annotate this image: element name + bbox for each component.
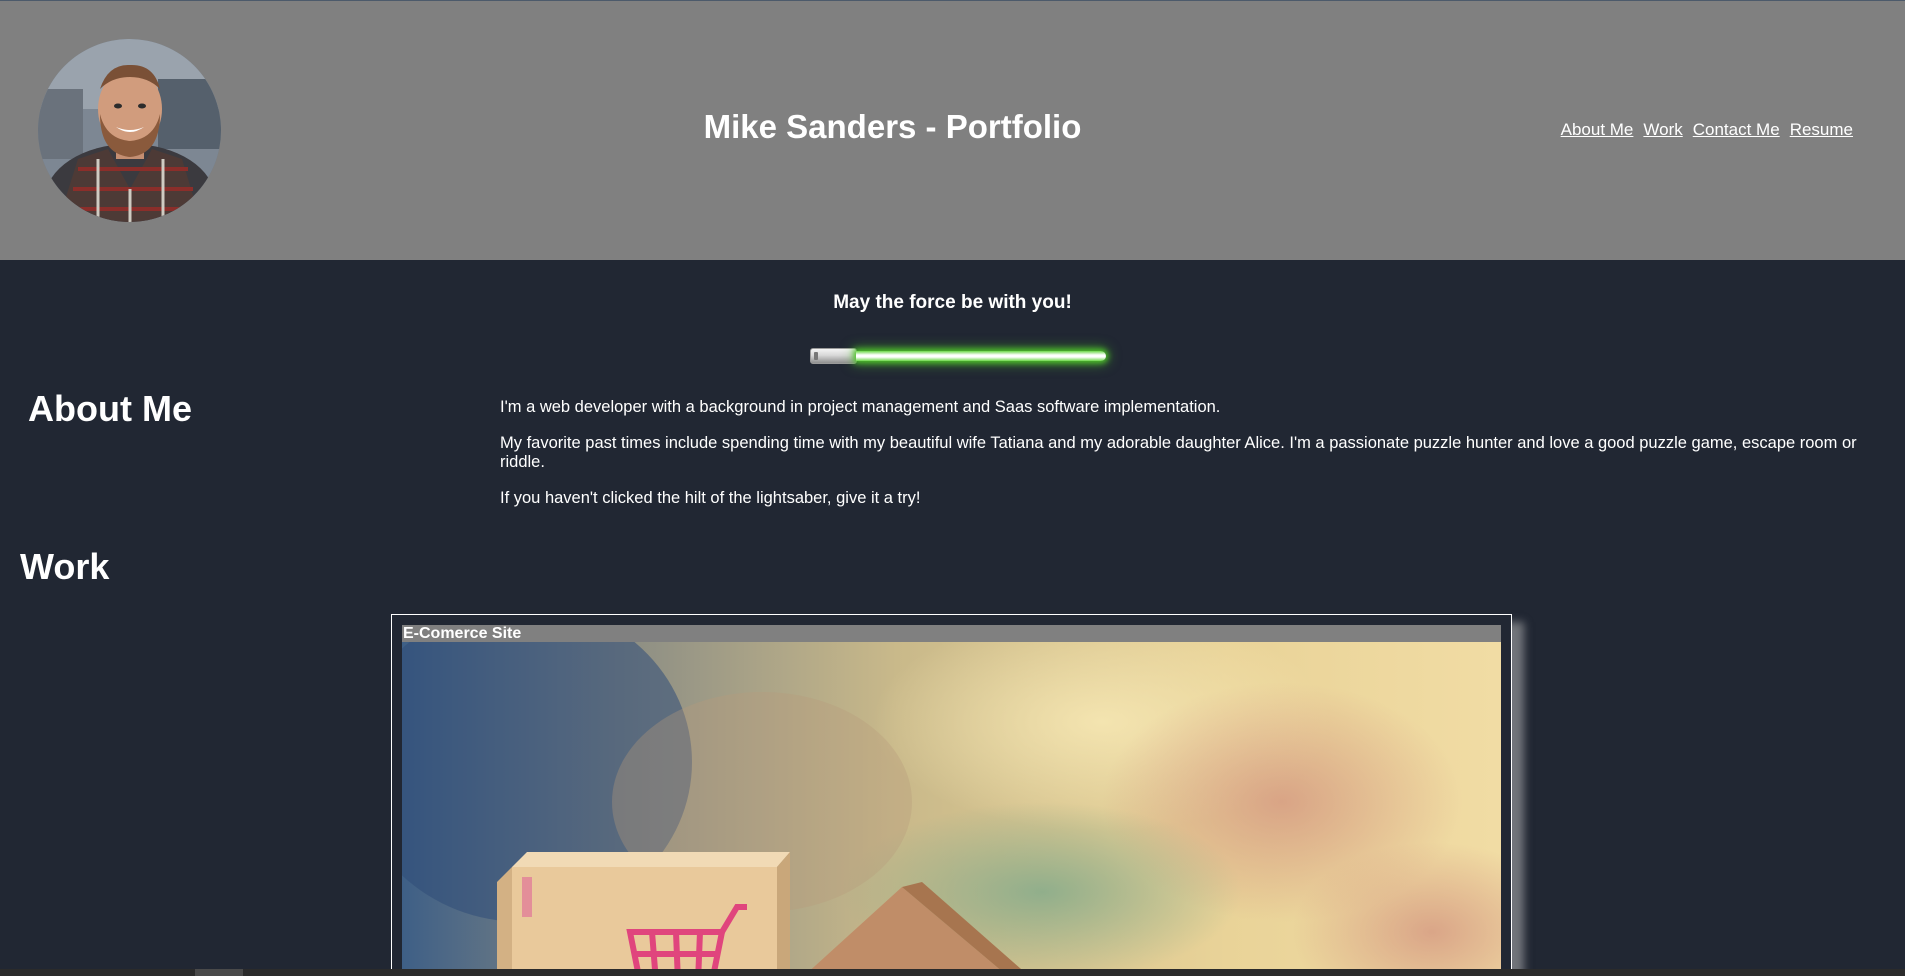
site-header: Mike Sanders - Portfolio About Me Work C… xyxy=(0,0,1905,260)
page-title: Mike Sanders - Portfolio xyxy=(703,108,1082,145)
lightsaber-blade xyxy=(856,351,1106,361)
work-heading: Work xyxy=(20,546,110,587)
project-image xyxy=(402,642,1501,976)
lightsaber xyxy=(810,346,1110,366)
about-text: I'm a web developer with a background in… xyxy=(500,398,1890,525)
portfolio-page: Mike Sanders - Portfolio About Me Work C… xyxy=(0,0,1905,976)
nav-link-work[interactable]: Work xyxy=(1643,120,1682,140)
lightsaber-hilt-button[interactable] xyxy=(810,348,857,364)
nav-link-resume[interactable]: Resume xyxy=(1790,120,1853,140)
about-heading: About Me xyxy=(28,388,192,429)
project-title: E-Comerce Site xyxy=(402,625,1501,642)
nav-link-contact-me[interactable]: Contact Me xyxy=(1693,120,1780,140)
about-paragraph: My favorite past times include spending … xyxy=(500,434,1857,471)
nav-link-about-me[interactable]: About Me xyxy=(1561,120,1634,140)
about-paragraph: If you haven't clicked the hilt of the l… xyxy=(500,489,921,507)
about-paragraph: I'm a web developer with a background in… xyxy=(500,398,1221,416)
project-card[interactable]: E-Comerce Site xyxy=(391,614,1512,976)
main-nav: About Me Work Contact Me Resume xyxy=(1561,120,1853,140)
project-inner: E-Comerce Site xyxy=(402,625,1501,976)
scrollbar-thumb[interactable] xyxy=(195,969,243,976)
tagline: May the force be with you! xyxy=(833,292,1072,313)
bottom-scrollbar-track xyxy=(0,969,1905,976)
